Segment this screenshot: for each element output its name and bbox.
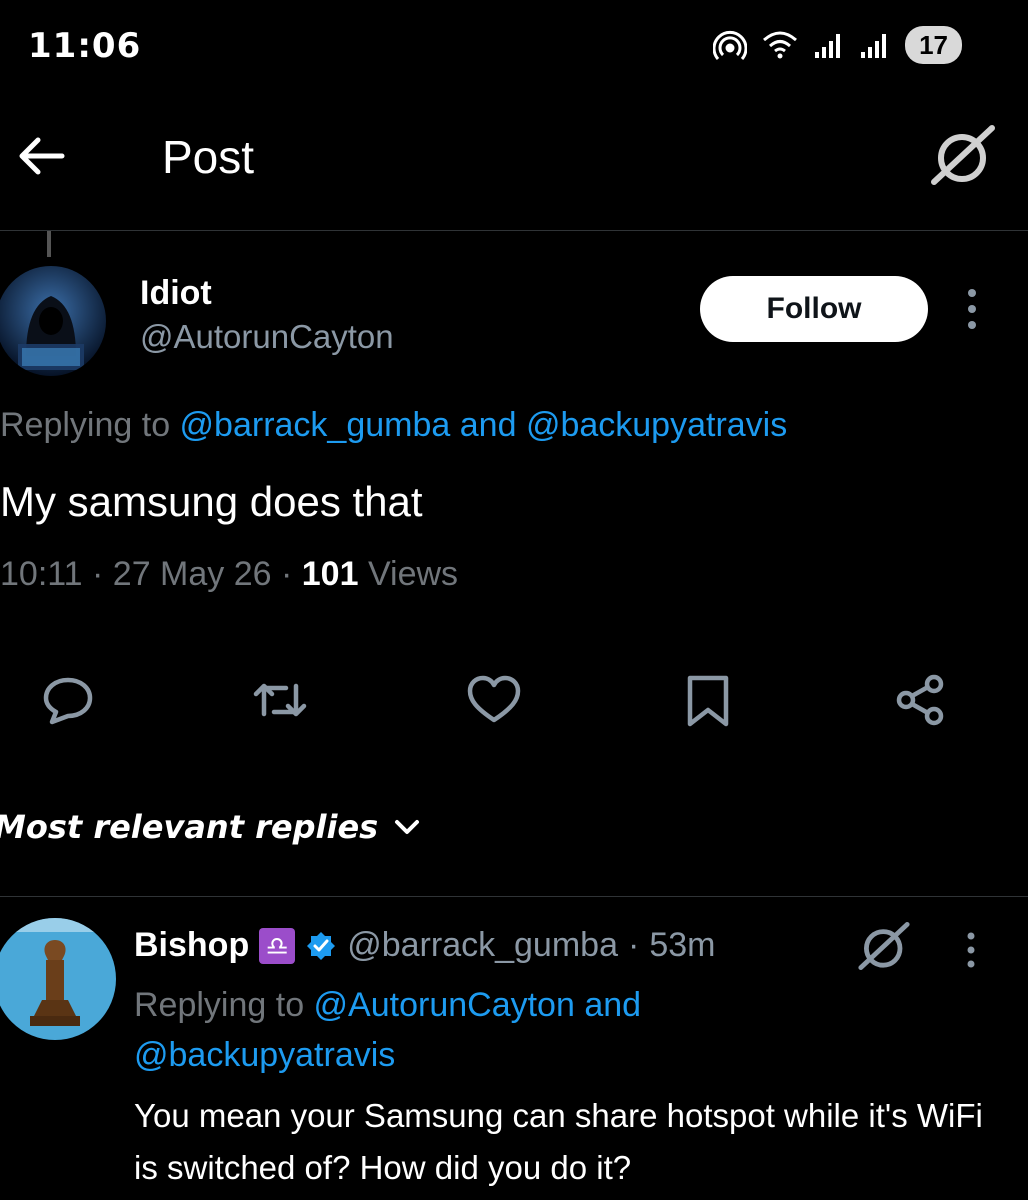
views-label: Views: [367, 555, 459, 593]
replying-and: and: [450, 406, 526, 444]
reply-avatar[interactable]: [0, 918, 116, 1040]
wifi-icon: [763, 31, 798, 59]
status-time: 11:06: [28, 26, 142, 66]
bookmark-icon: [687, 675, 729, 727]
author-name[interactable]: Idiot: [140, 274, 212, 313]
replying-to: Replying to @barrack_gumba and @backupya…: [0, 406, 787, 445]
page-title: Post: [162, 131, 255, 183]
back-arrow-icon: [19, 137, 65, 175]
grok-icon: [858, 922, 910, 970]
replies-sort-label: Most relevant replies: [0, 808, 379, 846]
share-button[interactable]: [890, 670, 950, 730]
meta-separator: ·: [82, 555, 113, 593]
reply-author-handle[interactable]: @barrack_gumba: [347, 926, 618, 965]
reply-author-name[interactable]: Bishop: [134, 926, 249, 965]
share-icon: [896, 674, 944, 726]
grok-button[interactable]: [928, 120, 998, 190]
verified-badge-icon: [307, 931, 336, 960]
replies-sort-dropdown[interactable]: Most relevant replies: [0, 808, 422, 846]
more-vertical-icon: [967, 932, 975, 968]
more-options-button[interactable]: [954, 286, 990, 332]
thread-line: [47, 231, 51, 257]
replying-prefix: Replying to: [0, 406, 180, 444]
repost-button[interactable]: [250, 670, 310, 730]
post-meta: 10:11 · 27 May 26 · 101 Views: [0, 555, 458, 594]
battery-indicator: 17: [905, 26, 962, 64]
post-text: My samsung does that: [0, 478, 423, 525]
reply-replying-to: Replying to @AutorunCayton and @backupyat…: [134, 980, 854, 1080]
reply-time: 53m: [649, 926, 716, 964]
reply-text: You mean your Samsung can share hotspot …: [134, 1097, 983, 1186]
reply-more-options-button[interactable]: [956, 930, 986, 970]
mention-link[interactable]: @AutorunCayton: [314, 986, 575, 1024]
like-button[interactable]: [464, 670, 524, 730]
bookmark-button[interactable]: [678, 670, 738, 730]
signal-icon: [861, 34, 887, 58]
status-icons: 17: [713, 26, 962, 64]
post-time: 10:11: [0, 555, 83, 593]
hotspot-icon: [713, 30, 748, 60]
chevron-down-icon: [395, 820, 420, 834]
like-icon: [467, 675, 521, 723]
signal-icon: [815, 34, 841, 58]
mention-link[interactable]: @backupyatravis: [134, 1036, 395, 1074]
author-handle[interactable]: @AutorunCayton: [140, 318, 394, 356]
replying-prefix: Replying to: [134, 986, 314, 1024]
reply-icon: [43, 677, 93, 725]
replying-and: and: [574, 986, 642, 1024]
replies-divider: [0, 896, 1028, 897]
post-date: 27 May 26: [112, 555, 272, 593]
libra-emoji: ♎: [259, 927, 296, 964]
reply-header: Bishop ♎ @barrack_gumba · 53m: [134, 926, 715, 965]
follow-button[interactable]: Follow: [700, 276, 928, 342]
reply-separator: ·: [627, 926, 640, 964]
more-vertical-icon: [968, 289, 976, 329]
reply-button[interactable]: [38, 670, 98, 730]
mention-link[interactable]: @barrack_gumba: [180, 406, 451, 444]
header-divider: [0, 230, 1028, 231]
back-button[interactable]: [14, 128, 70, 184]
mention-link[interactable]: @backupyatravis: [526, 406, 787, 444]
repost-icon: [253, 683, 307, 717]
grok-icon: [931, 125, 995, 185]
author-avatar[interactable]: [0, 266, 106, 376]
reply-grok-button[interactable]: [856, 918, 912, 974]
meta-separator: ·: [271, 555, 302, 593]
views-count: 101: [301, 555, 359, 593]
